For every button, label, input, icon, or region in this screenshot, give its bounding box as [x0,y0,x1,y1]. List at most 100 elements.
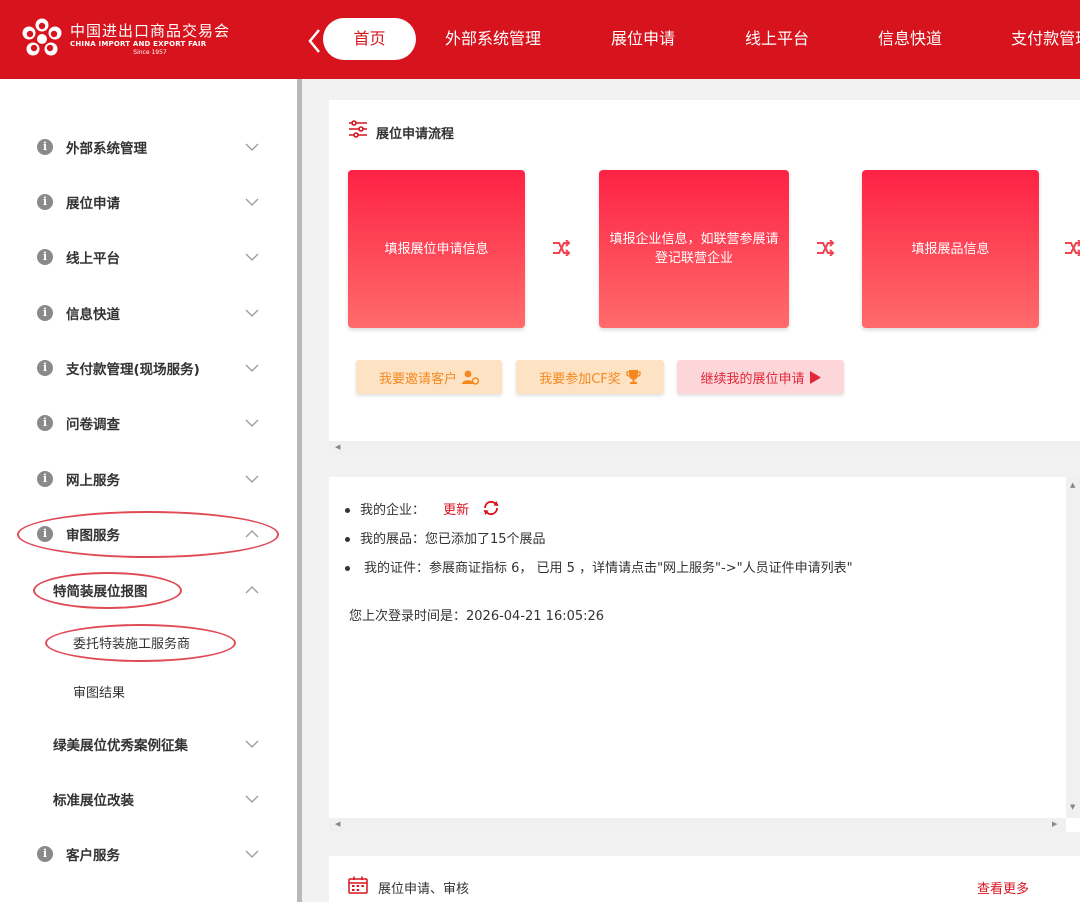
info-icon: i [37,305,53,321]
nav-payment-management[interactable]: 支付款管理 [1011,18,1080,60]
sidebar-item-info-express[interactable]: i 信息快道 [0,293,297,333]
trophy-icon [626,370,641,384]
info-icon: i [37,846,53,862]
update-company-link[interactable]: 更新 [443,503,469,518]
canton-fair-flower-icon [22,18,62,56]
shuffle-arrow-icon [817,240,835,256]
invite-customer-label: 我要邀请客户 [378,371,457,387]
nav-booth-application[interactable]: 展位申请 [611,18,675,60]
chevron-down-icon [245,364,259,372]
sidebar-item-online-services[interactable]: i 网上服务 [0,459,297,499]
sliders-icon [349,120,367,138]
nav-home[interactable]: 首页 [323,18,416,60]
sidebar-item-label: 网上服务 [66,473,120,489]
info-certs-row: 我的证件：参展商证指标 6， 已用 5 ，详情请点击"网上服务"->"人员证件申… [345,557,853,576]
chevron-down-icon [245,198,259,206]
annotation-oval-entrust-contractor [45,624,236,662]
chevron-down-icon [245,309,259,317]
chevron-left-icon[interactable] [305,24,325,58]
bullet [345,537,350,542]
scroll-left-icon[interactable]: ◀ [335,443,340,451]
flow-horizontal-scrollbar[interactable]: ◀ [329,441,1080,455]
sidebar-item-label: 线上平台 [66,251,120,267]
info-horizontal-scrollbar[interactable]: ◀ ▶ [329,818,1066,832]
info-icon: i [37,194,53,210]
shuffle-arrow-icon [553,240,571,256]
sidebar-item-label: 绿美展位优秀案例征集 [53,738,188,754]
annotation-oval-drawing-review [17,511,279,558]
join-cf-award-button[interactable]: 我要参加CF奖 [516,360,664,394]
sidebar-item-green-booth-cases[interactable]: 绿美展位优秀案例征集 [0,724,297,764]
sidebar-item-label: 问卷调查 [66,417,120,433]
sidebar-item-label: 审图结果 [73,685,126,701]
invite-customer-button[interactable]: 我要邀请客户 [356,360,502,394]
sidebar-item-external-system[interactable]: i 外部系统管理 [0,127,297,167]
booth-flow-card: 展位申请流程 填报展位申请信息 填报企业信息，如联营参展请登记联营企业 填报展品… [329,100,1080,455]
logo-english-name: CHINA IMPORT AND EXPORT FAIR [70,39,207,48]
sidebar-item-label: 支付款管理(现场服务) [66,362,200,378]
top-header: 中国进出口商品交易会 CHINA IMPORT AND EXPORT FAIR … [0,0,1080,79]
scroll-left-icon[interactable]: ◀ [335,820,340,828]
certs-text: 我的证件：参展商证指标 6， 已用 5 ，详情请点击"网上服务"->"人员证件申… [364,561,853,576]
canton-fair-logo[interactable]: 中国进出口商品交易会 CHINA IMPORT AND EXPORT FAIR … [20,17,230,61]
review-card: 展位申请、审核 查看更多 [329,856,1080,902]
bullet [345,566,350,571]
sidebar-item-booth-application[interactable]: i 展位申请 [0,182,297,222]
info-vertical-scrollbar[interactable]: ▲ ▼ [1066,477,1080,818]
bullet [345,508,350,513]
annotation-oval-special-booth [33,572,182,609]
scroll-up-icon[interactable]: ▲ [1070,481,1075,489]
nav-online-platform[interactable]: 线上平台 [745,18,809,60]
flow-step-booth-info[interactable]: 填报展位申请信息 [348,170,525,328]
info-company-row: 我的企业： 更新 [345,499,500,518]
info-icon: i [37,471,53,487]
logo-chinese-name: 中国进出口商品交易会 [70,21,231,40]
sidebar-item-label: 信息快道 [66,307,120,323]
chevron-down-icon [245,419,259,427]
view-more-link[interactable]: 查看更多 [977,878,1029,897]
company-label: 我的企业： [360,503,426,518]
chevron-down-icon [245,850,259,858]
logo-since: Since 1957 [133,48,167,56]
info-icon: i [37,360,53,376]
chevron-down-icon [245,143,259,151]
sidebar-item-label: 展位申请 [66,196,120,212]
sidebar-item-label: 标准展位改装 [53,793,134,809]
nav-external-system[interactable]: 外部系统管理 [445,18,541,60]
scroll-right-icon[interactable]: ▶ [1052,820,1057,828]
sidebar-item-online-platform[interactable]: i 线上平台 [0,237,297,277]
main-nav: 首页 外部系统管理 展位申请 线上平台 信息快道 支付款管理 [323,18,1080,60]
chevron-down-icon [245,740,259,748]
calendar-icon [348,876,368,894]
sidebar-item-payment[interactable]: i 支付款管理(现场服务) [0,348,297,388]
join-cf-award-label: 我要参加CF奖 [539,371,621,387]
add-user-icon [462,370,479,385]
main-content: 展位申请流程 填报展位申请信息 填报企业信息，如联营参展请登记联营企业 填报展品… [302,79,1080,902]
flow-step-exhibit-info[interactable]: 填报展品信息 [862,170,1039,328]
chevron-down-icon [245,253,259,261]
sidebar-item-customer-service[interactable]: i 客户服务 [0,834,297,874]
info-exhibits-row: 我的展品：您已添加了15个展品 [345,528,546,547]
account-info-card: 我的企业： 更新 我的展品：您已添加了15个展品 我的证件：参展商证指标 6， … [329,477,1080,832]
info-icon: i [37,249,53,265]
sidebar-item-standard-booth-modify[interactable]: 标准展位改装 [0,779,297,819]
nav-info-express[interactable]: 信息快道 [878,18,942,60]
flow-step-company-info[interactable]: 填报企业信息，如联营参展请登记联营企业 [599,170,789,328]
last-login-text: 您上次登录时间是：2026-04-21 16:05:26 [349,609,605,624]
continue-application-button[interactable]: 继续我的展位申请 [677,360,844,394]
sidebar-item-label: 客户服务 [66,848,120,864]
sidebar-item-review-result[interactable]: 审图结果 [0,671,297,711]
scroll-down-icon[interactable]: ▼ [1070,803,1075,811]
sidebar-item-survey[interactable]: i 问卷调查 [0,403,297,443]
sidebar-item-label: 外部系统管理 [66,141,147,157]
chevron-down-icon [245,475,259,483]
flow-title: 展位申请流程 [376,127,455,142]
chevron-up-icon [245,586,259,594]
shuffle-arrow-icon [1065,240,1080,256]
info-icon: i [37,139,53,155]
refresh-icon[interactable] [482,500,500,516]
continue-application-label: 继续我的展位申请 [700,371,805,387]
exhibits-text: 我的展品：您已添加了15个展品 [360,532,546,547]
review-title: 展位申请、审核 [378,882,470,897]
sidebar: i 外部系统管理 i 展位申请 i 线上平台 i 信息快道 i 支付款管理(现场… [0,79,297,902]
